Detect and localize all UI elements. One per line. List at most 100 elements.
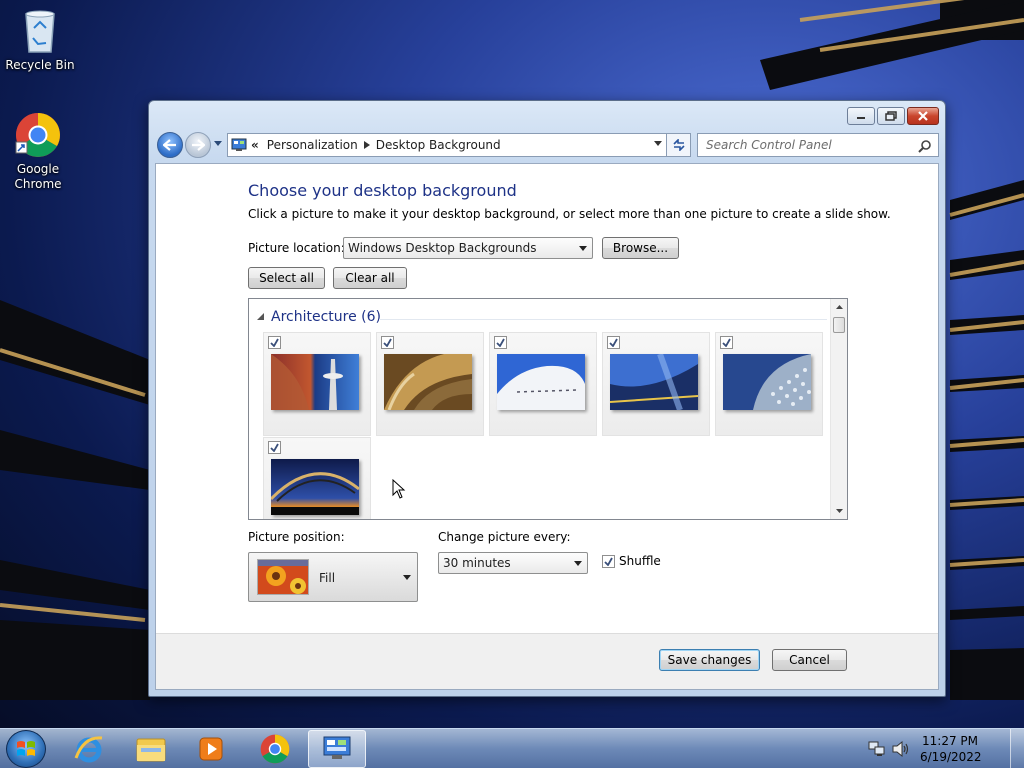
change-picture-interval-dropdown[interactable]: 30 minutes	[438, 552, 588, 574]
picture-position-value: Fill	[319, 571, 336, 585]
checkmark-icon	[496, 338, 505, 347]
recycle-bin-icon	[25, 10, 55, 53]
picture-checkbox[interactable]	[720, 336, 733, 349]
picture-position-dropdown[interactable]: Fill	[248, 552, 418, 602]
blue-glass-thumbnail	[610, 354, 698, 410]
control-panel-icon	[231, 138, 247, 151]
google-chrome-label: Google Chrome	[14, 162, 62, 191]
caption-buttons	[847, 107, 939, 125]
browse-button[interactable]: Browse...	[602, 237, 679, 259]
search-placeholder: Search Control Panel	[706, 138, 832, 152]
breadcrumb-desktop-background[interactable]: Desktop Background	[376, 138, 501, 152]
refresh-button[interactable]	[667, 133, 691, 157]
back-button[interactable]	[157, 132, 183, 158]
taskbar-control-panel[interactable]	[308, 730, 366, 768]
clear-all-button[interactable]: Clear all	[333, 267, 407, 289]
search-icon[interactable]	[918, 139, 932, 153]
clock[interactable]: 11:27 PM 6/19/2022	[920, 733, 982, 765]
shuffle-checkbox[interactable]	[602, 555, 615, 568]
cancel-button[interactable]: Cancel	[772, 649, 847, 671]
picture-tile[interactable]	[263, 437, 371, 519]
chrome-icon	[15, 113, 60, 157]
taskbar-media-player[interactable]	[182, 730, 240, 768]
chrome-icon	[260, 734, 290, 764]
checkmark-icon	[270, 338, 279, 347]
recent-pages-chevron-icon[interactable]	[213, 140, 223, 147]
curved-metal-thumbnail	[384, 354, 472, 410]
picture-tile[interactable]	[715, 332, 823, 436]
back-arrow-icon	[163, 139, 176, 151]
windows-logo-icon	[17, 741, 35, 756]
start-button[interactable]	[6, 730, 46, 768]
restore-button[interactable]	[877, 107, 905, 125]
checkmark-icon	[604, 557, 613, 566]
picture-checkbox[interactable]	[607, 336, 620, 349]
breadcrumb-overflow[interactable]: «	[251, 138, 259, 152]
volume-icon[interactable]	[892, 741, 910, 757]
picture-checkbox[interactable]	[381, 336, 394, 349]
group-divider	[379, 319, 827, 320]
breadcrumb-personalization[interactable]: Personalization	[267, 138, 358, 152]
picture-list[interactable]: Architecture (6)	[248, 298, 848, 520]
picture-checkbox[interactable]	[268, 441, 281, 454]
desktop-background-window: « Personalization Desktop Background Sea…	[148, 100, 946, 697]
checkmark-icon	[383, 338, 392, 347]
taskbar-internet-explorer[interactable]	[60, 730, 118, 768]
network-icon[interactable]	[868, 741, 886, 757]
chevron-down-icon	[579, 246, 587, 251]
space-needle-thumbnail	[271, 354, 359, 410]
taskbar-file-explorer[interactable]	[122, 730, 180, 768]
close-button[interactable]	[907, 107, 939, 125]
minimize-button[interactable]	[847, 107, 875, 125]
forward-arrow-icon	[192, 139, 205, 151]
chevron-down-icon	[574, 561, 582, 566]
forward-button[interactable]	[185, 132, 211, 158]
picture-tile[interactable]	[489, 332, 597, 436]
checkmark-icon	[609, 338, 618, 347]
breadcrumb-separator-icon[interactable]	[363, 141, 370, 149]
scroll-down-icon[interactable]	[836, 509, 843, 513]
picture-checkbox[interactable]	[494, 336, 507, 349]
minimize-icon	[857, 117, 865, 119]
taskbar-chrome[interactable]	[246, 730, 304, 768]
group-header-architecture[interactable]: Architecture (6)	[257, 309, 381, 325]
change-picture-interval-value: 30 minutes	[443, 556, 511, 570]
checkmark-icon	[722, 338, 731, 347]
select-all-button[interactable]: Select all	[248, 267, 325, 289]
picture-tile[interactable]	[602, 332, 710, 436]
page-title: Choose your desktop background	[248, 181, 517, 200]
restore-icon	[885, 111, 897, 121]
taskbar: 11:27 PM 6/19/2022	[0, 728, 1024, 768]
picture-checkbox[interactable]	[268, 336, 281, 349]
address-dropdown-icon[interactable]	[654, 141, 662, 146]
scrollbar-thumb[interactable]	[833, 317, 845, 333]
change-picture-label: Change picture every:	[438, 530, 571, 544]
recycle-bin-shortcut[interactable]: Recycle Bin	[2, 6, 78, 73]
search-box[interactable]: Search Control Panel	[697, 133, 939, 157]
picture-tile[interactable]	[376, 332, 484, 436]
picture-location-label: Picture location:	[248, 241, 345, 255]
recycle-bin-label: Recycle Bin	[5, 58, 75, 72]
clock-time: 11:27 PM	[922, 734, 978, 748]
scroll-up-icon[interactable]	[836, 305, 843, 309]
save-changes-button[interactable]: Save changes	[659, 649, 760, 671]
dotted-facade-thumbnail	[723, 354, 811, 410]
checkmark-icon	[270, 443, 279, 452]
file-explorer-icon	[136, 738, 166, 762]
google-chrome-shortcut[interactable]: Google Chrome	[0, 112, 76, 192]
picture-list-scrollbar[interactable]	[830, 299, 847, 519]
media-player-icon	[199, 737, 223, 761]
picture-location-value: Windows Desktop Backgrounds	[348, 241, 537, 255]
dialog-footer: Save changes Cancel	[156, 633, 938, 689]
picture-tile[interactable]	[263, 332, 371, 436]
picture-position-label: Picture position:	[248, 530, 345, 544]
address-bar[interactable]: « Personalization Desktop Background	[227, 133, 667, 157]
page-description: Click a picture to make it your desktop …	[248, 207, 891, 221]
clock-date: 6/19/2022	[920, 750, 982, 764]
group-title: Architecture (6)	[271, 309, 381, 325]
picture-location-dropdown[interactable]: Windows Desktop Backgrounds	[343, 237, 593, 259]
collapse-triangle-icon[interactable]	[257, 313, 265, 321]
shuffle-label[interactable]: Shuffle	[619, 554, 661, 568]
show-desktop-button[interactable]	[1010, 729, 1024, 768]
close-icon	[918, 111, 928, 121]
